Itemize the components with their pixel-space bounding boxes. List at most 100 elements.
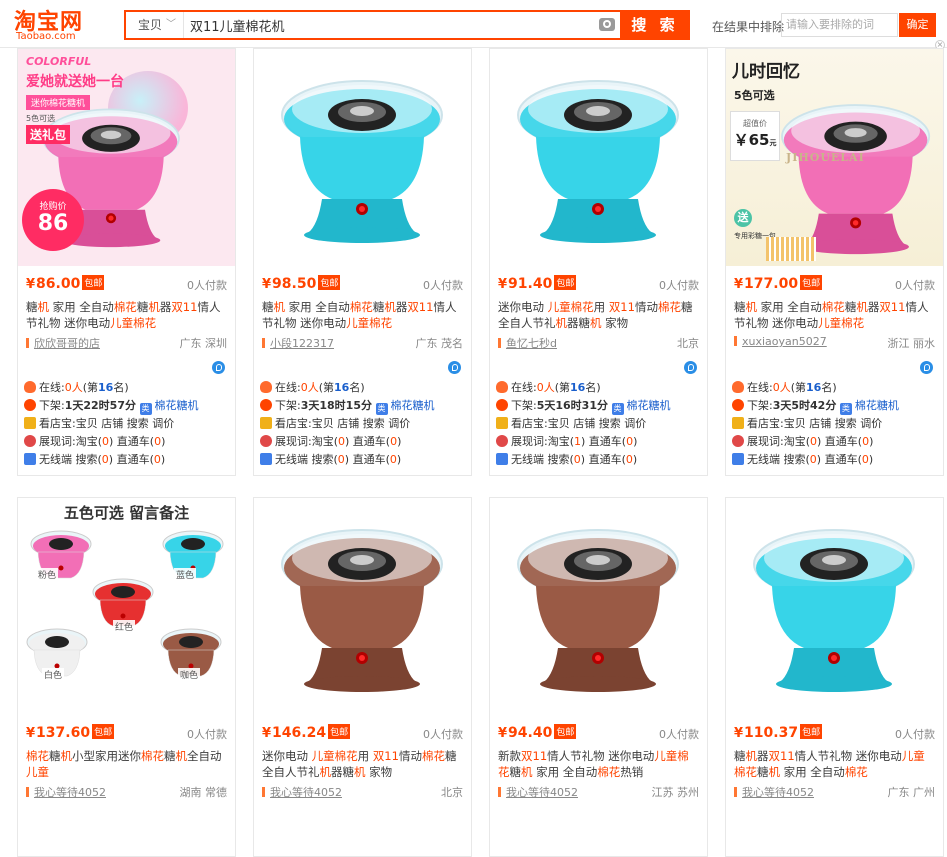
product-image[interactable]: 五色可选 留言备注 粉色 蓝色 红色 白色 咖色 [18,498,235,715]
show-prefix: 展现词:淘宝( [511,435,574,448]
product-title-link[interactable]: 糖机 家用 全自动棉花糖机器双11情人节礼物 迷你电动儿童棉花 [254,297,471,331]
title-segment: 热销 [620,765,644,779]
shop-link[interactable]: 我心等待4052 [262,784,342,800]
location: 江苏 苏州 [651,786,700,799]
mobile-line[interactable]: 无线端 搜索(0) 直通车(0) [732,451,943,469]
product-card[interactable]: COLORFUL 爱她就送她一台 迷你棉花糖机 5色可选 送礼包 抢购价 86 ¥86.00 包… [17,48,236,476]
product-card[interactable]: ¥110.37 包邮 0人付款 糖机器双11情人节礼物 迷你电动儿童棉花糖机 家用 全… [725,497,944,857]
cotton-candy-machine-icon [517,529,679,692]
shop-view-line[interactable]: 看店宝:宝贝 店铺 搜索 调价 [260,415,471,433]
shop-row: 欣欣哥哥的店 广东 深圳 [18,333,235,353]
category-icon: 类 [375,403,388,415]
title-segment: 双11 [407,300,434,314]
yen-symbol: ¥ [734,277,744,292]
show-words-line[interactable]: 展现词:淘宝(1) 直通车(0) [496,433,707,451]
product-title-link[interactable]: 迷你电动 儿童棉花用 双11情动棉花糖全自人节礼机器糖机 家物 [254,746,471,780]
wangwang-chat-icon[interactable] [212,361,225,374]
product-image[interactable] [490,49,707,266]
shop-view-links[interactable]: 看店宝:宝贝 店铺 搜索 调价 [511,417,646,430]
shop-link[interactable]: 小段122317 [262,335,334,351]
product-card[interactable]: 儿时回忆 5色可选 超值价 ￥65元 JIHOUELAI 送专用彩糖一包 ¥177.00 包邮… [725,48,944,476]
search-input[interactable] [190,12,590,38]
search-category-select[interactable]: 宝贝 ﹀ [126,12,184,38]
title-segment: 器 [331,765,343,779]
product-card[interactable]: ¥146.24 包邮 0人付款 迷你电动 儿童棉花用 双11情动棉花糖全自人节礼机器糖… [253,497,472,857]
category-link[interactable]: 棉花糖机 [391,399,435,412]
shop-view-line[interactable]: 看店宝:宝贝 店铺 搜索 调价 [496,415,707,433]
shop-view-line[interactable]: 看店宝:宝贝 店铺 搜索 调价 [24,415,235,433]
online-prefix: 在线: [747,381,773,394]
search-button[interactable]: 搜 索 [620,10,690,40]
color-label: 红色 [113,620,136,633]
show-words-line[interactable]: 展现词:淘宝(0) 直通车(0) [260,433,471,451]
color-label: 粉色 [36,568,59,581]
mobile-icon [260,453,272,465]
taobao-logo[interactable]: 淘宝网 Taobao.com [14,4,114,44]
product-card[interactable]: ¥98.50 包邮 0人付款 糖机 家用 全自动棉花糖机器双11情人节礼物 迷你电动儿… [253,48,472,476]
wangwang-chat-icon[interactable] [448,361,461,374]
offshelf-time: 3天18时15分 [300,399,372,412]
product-title-link[interactable]: 新款双11情人节礼物 迷你电动儿童棉花糖机 家用 全自动棉花热销 [490,746,707,780]
title-segment: 器 [757,749,769,763]
category-icon: 类 [611,403,624,415]
shop-view-links[interactable]: 看店宝:宝贝 店铺 搜索 调价 [275,417,410,430]
product-image[interactable] [726,498,943,715]
shop-view-links[interactable]: 看店宝:宝贝 店铺 搜索 调价 [39,417,174,430]
shop-link[interactable]: 鱼忆七秒d [498,335,557,351]
rank-value: 16 [98,381,114,394]
exclude-label: 在结果中排除 [712,20,785,34]
wangwang-chat-icon[interactable] [920,361,933,374]
mobile-line[interactable]: 无线端 搜索(0) 直通车(0) [260,451,471,469]
show-words-line[interactable]: 展现词:淘宝(0) 直通车(0) [732,433,943,451]
wangwang-chat-icon[interactable] [684,361,697,374]
shop-link[interactable]: 欣欣哥哥的店 [26,335,100,351]
shop-view-line[interactable]: 看店宝:宝贝 店铺 搜索 调价 [732,415,943,433]
image-headline: 爱她就送她一台 [26,74,124,90]
category-link[interactable]: 棉花糖机 [855,399,899,412]
title-segment: 棉花 [133,316,157,330]
shop-row: 小段122317 广东 茂名 [254,333,471,353]
product-title-link[interactable]: 糖机器双11情人节礼物 迷你电动儿童棉花糖机 家用 全自动棉花 [726,746,943,780]
product-title-link[interactable]: 糖机 家用 全自动棉花糖机器双11情人节礼物 迷你电动儿童棉花 [18,297,235,331]
yen-symbol: ¥ [262,277,272,292]
title-segment: 机 [37,300,50,314]
price-value: 177.00 [744,276,799,292]
mobile-line[interactable]: 无线端 搜索(0) 直通车(0) [24,451,235,469]
shop-icon [26,787,29,797]
category-link[interactable]: 棉花糖机 [627,399,671,412]
title-segment: 家用 全自动 [285,300,350,314]
product-image[interactable] [490,498,707,715]
product-card[interactable]: ¥91.40 包邮 0人付款 迷你电动 儿童棉花用 双11情动棉花糖全自人节礼机器糖机… [489,48,708,476]
title-segment: 棉花 [26,749,49,763]
product-title-link[interactable]: 棉花糖机小型家用迷你棉花糖机全自动儿童棉花糖机双11包邮 [18,746,235,780]
chevron-down-icon: ﹀ [166,19,176,30]
title-segment: 棉花 [844,765,868,779]
mobile-suffix: ) [868,453,874,466]
shop-view-links[interactable]: 看店宝:宝贝 店铺 搜索 调价 [747,417,882,430]
shop-link[interactable]: xuxiaoyan5027 [734,335,827,348]
title-segment: 机 [745,749,758,763]
camera-icon[interactable] [599,18,615,31]
title-segment: 情人节礼物 迷你电动 [547,749,655,763]
mobile-line[interactable]: 无线端 搜索(0) 直通车(0) [496,451,707,469]
category-link[interactable]: 棉花糖机 [155,399,199,412]
exclude-input[interactable]: 请输入要排除的词 [781,13,898,37]
location: 浙江 丽水 [887,337,936,350]
shop-link[interactable]: 我心等待4052 [26,784,106,800]
rank-prefix: (第 [554,381,571,394]
product-title-link[interactable]: 糖机 家用 全自动棉花糖机器双11情人节礼物 迷你电动儿童棉花 [726,297,943,331]
product-image[interactable]: COLORFUL 爱她就送她一台 迷你棉花糖机 5色可选 送礼包 抢购价 86 [18,49,235,266]
title-segment: 机 [319,765,332,779]
show-words-line[interactable]: 展现词:淘宝(0) 直通车(0) [24,433,235,451]
product-card[interactable]: 五色可选 留言备注 粉色 蓝色 红色 白色 咖色 ¥137.60 包邮 0人付款 棉花糖机小型家用… [17,497,236,857]
shop-link[interactable]: 我心等待4052 [498,784,578,800]
product-title-link[interactable]: 迷你电动 儿童棉花用 双11情动棉花糖全自人节礼机器糖机 家物 [490,297,707,331]
product-image[interactable] [254,498,471,715]
product-card[interactable]: ¥94.40 包邮 0人付款 新款双11情人节礼物 迷你电动儿童棉花 糖机 家用 全自动… [489,497,708,857]
shop-link[interactable]: 我心等待4052 [734,784,814,800]
product-image[interactable] [254,49,471,266]
show-mid: ) 直通车( [345,435,391,448]
exclude-confirm-button[interactable]: 确定 [899,13,936,37]
price-row: ¥86.00 包邮 0人付款 [18,275,235,297]
product-image[interactable]: 儿时回忆 5色可选 超值价 ￥65元 JIHOUELAI 送专用彩糖一包 [726,49,943,266]
